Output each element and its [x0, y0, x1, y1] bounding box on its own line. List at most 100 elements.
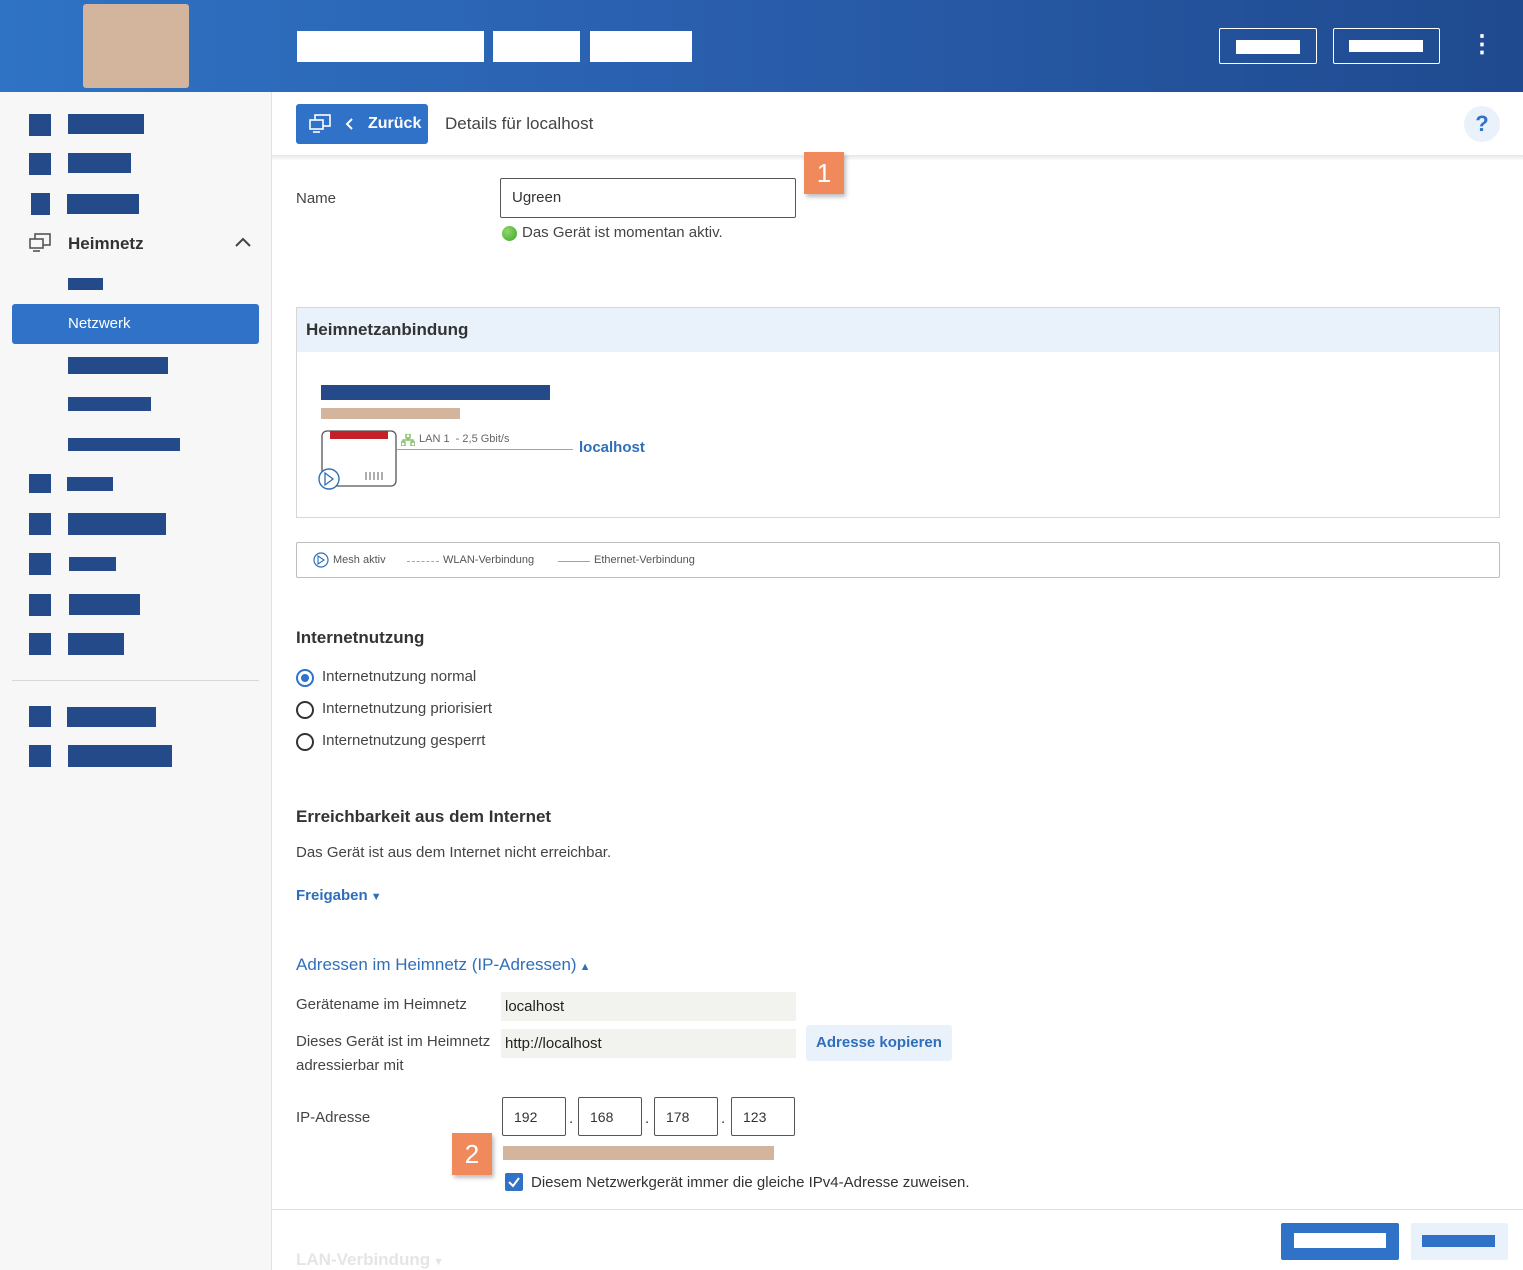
reachability-text: Das Gerät ist aus dem Internet nicht err… [296, 844, 612, 861]
back-button[interactable]: Zurück [296, 104, 428, 144]
sidebar-item-4[interactable] [67, 477, 113, 491]
sidebar-item-netzwerk[interactable]: Netzwerk [12, 304, 259, 344]
header-nav-item-2[interactable] [493, 31, 580, 62]
ip-octet-2-input[interactable]: 168 [578, 1097, 642, 1136]
lan-section-title[interactable]: LAN-Verbindung ▼ [296, 1250, 444, 1270]
address-label-line2: adressierbar mit [296, 1057, 404, 1074]
radio-button-selected[interactable] [296, 669, 314, 687]
legend-mesh-label: Mesh aktiv [333, 554, 386, 566]
freigaben-link[interactable]: Freigaben ▼ [296, 887, 382, 904]
connection-panel-header: Heimnetzanbindung [297, 308, 1499, 352]
annotation-badge-1: 1 [804, 152, 844, 194]
sidebar-item-8[interactable] [68, 633, 124, 655]
sidebar-item-7[interactable] [69, 594, 140, 615]
help-icon[interactable]: ? [1464, 106, 1500, 142]
redacted-hint [503, 1146, 774, 1160]
freigaben-link-label: Freigaben [296, 887, 368, 904]
caret-up-icon: ▲ [576, 961, 591, 973]
legend-wlan-label: WLAN-Verbindung [443, 554, 535, 566]
radio-label: Internetnutzung gesperrt [322, 732, 486, 749]
reachability-title: Erreichbarkeit aus dem Internet [296, 807, 552, 826]
wlan-line-sample [407, 561, 439, 562]
sidebar-item-10[interactable] [68, 745, 172, 767]
ethernet-line [397, 449, 573, 450]
host-link[interactable]: localhost [579, 439, 645, 456]
page-title: Details für localhost [445, 114, 594, 133]
address-label-line1: Dieses Gerät ist im Heimnetz [296, 1033, 491, 1050]
ip-octet-4-input[interactable]: 123 [731, 1097, 795, 1136]
ip-address-label: IP-Adresse [296, 1109, 371, 1126]
device-name-field: localhost [501, 992, 796, 1021]
sidebar-item-9[interactable] [67, 707, 156, 727]
sidebar-icon-6 [29, 553, 51, 575]
device-status-text: Das Gerät ist momentan aktiv. [522, 224, 723, 241]
router-name [321, 385, 550, 400]
more-menu-icon[interactable]: ⋮ [1470, 32, 1494, 58]
copy-address-button[interactable]: Adresse kopieren [806, 1025, 952, 1061]
sidebar-item-netzwerk-label: Netzwerk [68, 315, 131, 332]
radio-label: Internetnutzung normal [322, 668, 477, 685]
connection-legend: Mesh aktiv WLAN-Verbindung Ethernet-Verb… [296, 542, 1500, 578]
sidebar-item-5[interactable] [68, 513, 166, 535]
sidebar-subitem-1[interactable] [68, 278, 103, 290]
sidebar-subitem-3[interactable] [68, 357, 168, 374]
sidebar-icon-3 [31, 193, 50, 215]
footer-bar: LAN-Verbindung ▼ [272, 1209, 1523, 1270]
sidebar-icon-8 [29, 633, 51, 655]
sidebar-icon-4 [29, 474, 51, 493]
secondary-button-label [1422, 1235, 1495, 1247]
sidebar-divider [12, 680, 259, 681]
home-network-icon [309, 114, 331, 133]
radio-label: Internetnutzung priorisiert [322, 700, 493, 717]
header-nav-item-1[interactable] [297, 31, 484, 62]
name-input-value: Ugreen [512, 189, 562, 206]
logo [83, 4, 189, 88]
addresses-toggle[interactable]: Adressen im Heimnetz (IP-Adressen) ▲ [296, 955, 591, 975]
header-button-1[interactable] [1219, 28, 1317, 64]
ip-separator: . [569, 1110, 574, 1127]
top-header: ⋮ [0, 0, 1523, 92]
lan-icon [401, 434, 415, 446]
address-field: http://localhost [501, 1029, 796, 1058]
header-nav-item-3[interactable] [590, 31, 692, 62]
toolbar-shadow [272, 155, 1523, 161]
sidebar-icon-7 [29, 594, 51, 616]
static-ip-checkbox-label: Diesem Netzwerkgerät immer die gleiche I… [531, 1174, 970, 1191]
sidebar-item-heimnetz[interactable]: Heimnetz [68, 234, 144, 254]
checkmark-icon [508, 1177, 520, 1188]
sidebar-icon-10 [29, 745, 51, 767]
router-device-icon [318, 430, 397, 490]
internet-usage-title: Internetnutzung [296, 628, 425, 647]
chevron-up-icon[interactable] [233, 234, 253, 250]
sidebar-item-2[interactable] [68, 153, 131, 173]
annotation-badge-2: 2 [452, 1133, 492, 1175]
secondary-button[interactable] [1411, 1223, 1508, 1260]
status-active-icon [502, 226, 517, 241]
radio-button[interactable] [296, 701, 314, 719]
chevron-left-icon [345, 118, 353, 130]
header-button-2[interactable] [1333, 28, 1440, 64]
connection-panel: Heimnetzanbindung LAN 1 - 2,5 Gbit/s loc… [296, 307, 1500, 518]
name-label: Name [296, 190, 337, 207]
ip-octet-1-input[interactable]: 192 [502, 1097, 566, 1136]
primary-button[interactable] [1281, 1223, 1399, 1260]
sidebar-item-1[interactable] [68, 114, 144, 134]
mesh-icon [313, 552, 329, 568]
sidebar-item-6[interactable] [69, 557, 116, 571]
legend-ethernet-label: Ethernet-Verbindung [594, 554, 695, 566]
sidebar-subitem-4[interactable] [68, 397, 151, 411]
name-input[interactable]: Ugreen [500, 178, 796, 218]
router-model [321, 408, 460, 419]
primary-button-label [1294, 1233, 1386, 1248]
sidebar-item-3[interactable] [67, 194, 139, 214]
caret-down-icon: ▼ [367, 891, 382, 903]
lan-link-label: LAN 1 - 2,5 Gbit/s [419, 433, 510, 445]
ip-octet-3-input[interactable]: 178 [654, 1097, 718, 1136]
radio-button[interactable] [296, 733, 314, 751]
static-ip-checkbox[interactable] [505, 1173, 523, 1191]
header-button-1-label [1236, 40, 1300, 54]
sidebar-subitem-5[interactable] [68, 438, 180, 451]
connection-panel-title: Heimnetzanbindung [306, 320, 469, 339]
sidebar: Heimnetz Netzwerk [0, 92, 272, 1270]
back-button-label: Zurück [368, 115, 422, 132]
